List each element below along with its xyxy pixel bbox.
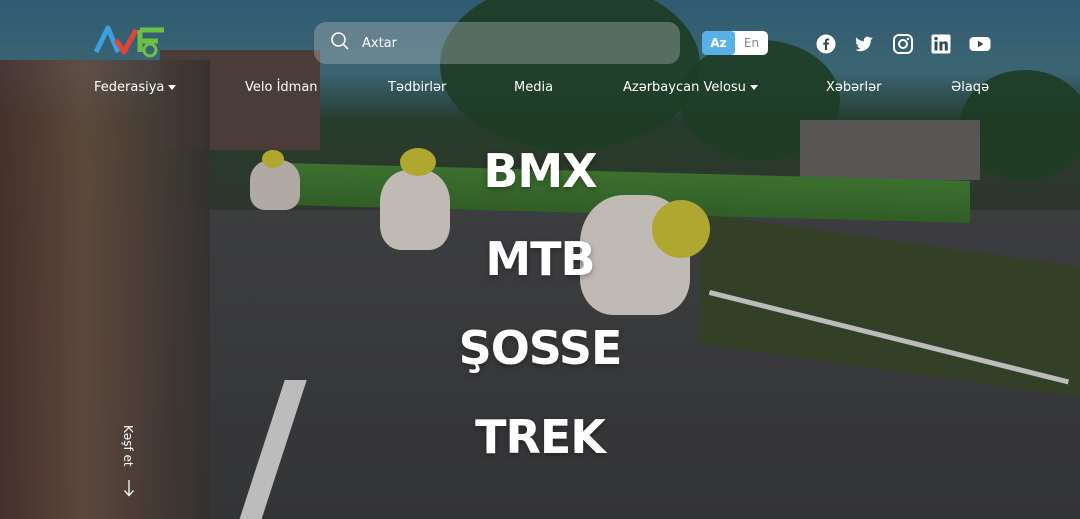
nav-item-velo-idman[interactable]: Velo İdman	[245, 80, 318, 95]
federation-logo[interactable]	[93, 22, 170, 60]
facebook-icon[interactable]	[816, 34, 836, 54]
instagram-icon[interactable]	[893, 34, 913, 54]
search-icon[interactable]	[330, 31, 350, 55]
nav-label: Azərbaycan Velosu	[623, 80, 746, 95]
nav-label: Media	[514, 80, 554, 95]
nav-label: Tədbirlər	[388, 80, 447, 95]
chevron-down-icon	[168, 85, 177, 90]
nav-label: Xəbərlər	[826, 80, 882, 95]
linkedin-icon[interactable]	[931, 34, 951, 54]
language-en[interactable]: En	[735, 31, 768, 55]
nav-item-xeberler[interactable]: Xəbərlər	[826, 80, 881, 95]
search-input[interactable]	[362, 35, 652, 51]
discipline-link-bmx[interactable]: BMX	[0, 144, 1080, 198]
search-bar[interactable]	[314, 22, 680, 64]
language-switcher: Az En	[702, 31, 768, 55]
youtube-icon[interactable]	[969, 34, 991, 54]
nav-label: Əlaqə	[951, 80, 990, 95]
discipline-link-mtb[interactable]: MTB	[0, 232, 1080, 286]
nav-item-media[interactable]: Media	[514, 80, 553, 95]
nav-item-federasiya[interactable]: Federasiya	[94, 80, 177, 95]
nav-label: Federasiya	[94, 80, 165, 95]
discipline-link-trek[interactable]: TREK	[0, 410, 1080, 464]
nav-item-tedbirler[interactable]: Tədbirlər	[388, 80, 446, 95]
explore-button[interactable]: Kəşf et	[121, 425, 137, 500]
discipline-link-sosse[interactable]: ŞOSSE	[0, 321, 1080, 375]
explore-label: Kəşf et	[121, 425, 135, 467]
language-az[interactable]: Az	[702, 31, 735, 55]
chevron-down-icon	[749, 85, 758, 90]
hero-banner: Az En Federasiya Velo İdman Tədbirlər Me…	[0, 0, 1080, 519]
twitter-icon[interactable]	[854, 34, 874, 54]
nav-label: Velo İdman	[245, 80, 318, 95]
nav-item-azerbaycan-velosu[interactable]: Azərbaycan Velosu	[623, 80, 758, 95]
nav-item-elaqe[interactable]: Əlaqə	[951, 80, 989, 95]
arrow-down-icon	[124, 480, 134, 497]
